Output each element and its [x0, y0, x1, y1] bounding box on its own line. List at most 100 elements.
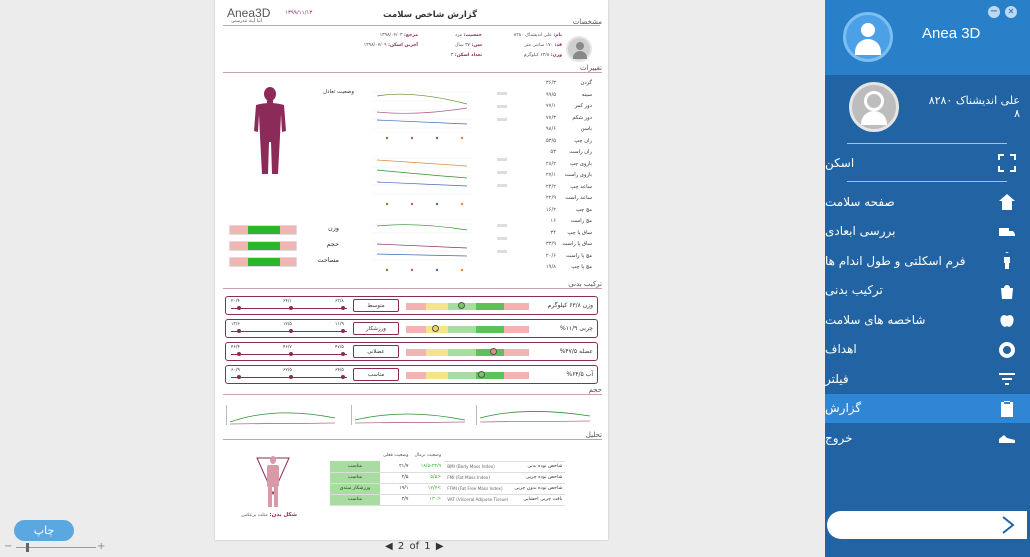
menu-item-report[interactable]: گزارش	[825, 393, 1030, 423]
chevron-right-icon[interactable]	[1001, 516, 1015, 534]
volume-section-header: حجم	[223, 386, 602, 395]
measurement-value: ۳۴	[550, 229, 556, 236]
history-dot	[289, 375, 293, 379]
legend-dot	[410, 202, 414, 206]
volume-section-title: حجم	[588, 386, 602, 394]
summary-bar	[229, 225, 297, 235]
history-dot	[237, 375, 241, 379]
analysis-row: شاخص توده بدنی BMI (Body Mass Index) ۱۸/۵-…	[330, 461, 566, 473]
prev-page-icon[interactable]: ◀	[385, 541, 393, 552]
value-chip	[497, 184, 507, 187]
analysis-status: مناسب	[330, 472, 380, 484]
user-height: ۱۷۰ سانتی متر	[524, 43, 554, 48]
print-button[interactable]: چاپ	[14, 520, 74, 541]
measurement-row: باسن ۹۸/۶	[517, 124, 592, 136]
measurement-name: مچ راست	[570, 218, 592, 224]
minimize-button[interactable]: −	[988, 6, 1000, 18]
history-value: ۶۳/۸	[335, 299, 344, 304]
summary-bar-label: مساحت	[317, 256, 339, 264]
current-page[interactable]: 2	[398, 541, 404, 552]
history-value: ۱۳/۶	[231, 322, 240, 327]
measurement-name: سینه	[581, 91, 592, 98]
composition-history: ۱۳/۶ ۱۲/۵ ۱۱/۹	[229, 321, 349, 336]
trend-line	[376, 224, 468, 231]
analysis-normal: <۵/۵	[411, 472, 445, 484]
menu-item-target[interactable]: اهداف	[825, 335, 1030, 364]
col-current-header: وضعیت فعلی	[383, 453, 409, 458]
last-scan-date: ۱۳۹۸/۰۷/۰۹	[363, 43, 387, 48]
measurement-name: مچ پا چپ	[571, 264, 592, 270]
measurement-value: ۹۸/۶	[545, 126, 556, 132]
next-page-icon[interactable]: ▶	[436, 541, 444, 552]
measurement-value: ۱۹/۸	[545, 264, 556, 270]
measurement-name: ساعد چپ	[570, 183, 592, 190]
menu-item-truck[interactable]: بررسی ابعادی	[825, 217, 1030, 246]
menu-item-apple[interactable]: شاخصه های سلامت	[825, 305, 1030, 334]
measurement-name: مچ چپ	[575, 206, 592, 213]
measurement-value: ۳۳/۹	[545, 241, 556, 247]
composition-row: ۶۰/۹ ۶۲/۵ ۶۴/۵ مناسب آب ۶۴/۵%	[225, 365, 598, 384]
measurement-row: مچ پا راست ۲۰/۶	[517, 251, 592, 263]
analysis-abbr: VAT (Visceral Adipose Tissue)	[444, 494, 512, 506]
composition-history: ۲۰/۴ ۶۴/۱ ۶۳/۸	[229, 298, 349, 313]
value-chip	[497, 171, 507, 174]
profile-section-title: مشخصات	[572, 18, 602, 26]
menu-item-body[interactable]: فرم اسکلتی و طول اندام ها	[825, 246, 1030, 275]
menu-item-home[interactable]: صفحه سلامت	[825, 187, 1030, 216]
target-icon	[999, 341, 1016, 358]
measurement-value: ۵۳	[550, 149, 556, 155]
menu-item-label: صفحه سلامت	[825, 194, 895, 209]
analysis-name: شاخص توده چربی	[511, 472, 566, 484]
measurement-name: ساعد راست	[565, 195, 592, 201]
status-badge: مناسب	[353, 368, 399, 381]
zoom-out-icon[interactable]: −	[4, 541, 12, 552]
composition-scale	[406, 302, 529, 310]
summary-bar-row: حجم	[229, 240, 339, 252]
measurement-row: بازوی راست ۲۷/۱	[517, 170, 592, 182]
legend-dot	[410, 136, 414, 140]
scale-marker	[489, 348, 497, 355]
analysis-status: مناسب	[330, 461, 380, 473]
legend-dot	[385, 202, 389, 206]
zoom-thumb[interactable]	[26, 543, 29, 552]
history-dot	[237, 306, 241, 310]
menu-item-bag[interactable]: ترکیب بدنی	[825, 276, 1030, 305]
summary-bar-fill	[248, 242, 280, 250]
zoom-in-icon[interactable]: +	[97, 541, 105, 552]
composition-scale	[406, 348, 529, 356]
legend-dot	[435, 136, 439, 140]
report-icon	[1001, 400, 1013, 417]
truck-icon	[999, 227, 1015, 236]
total-pages: 1	[424, 541, 431, 552]
history-dot	[341, 306, 345, 310]
scan-button[interactable]: اسکن	[825, 148, 1030, 177]
scale-marker	[477, 371, 485, 378]
zoom-slider[interactable]: − +	[4, 541, 105, 553]
measurement-value: ۲۷/۱	[545, 172, 556, 178]
menu-item-label: گزارش	[825, 401, 862, 415]
menu-item-label: شاخصه های سلامت	[825, 312, 926, 327]
history-dot	[341, 352, 345, 356]
measurement-row: ساعد راست ۲۲/۹	[517, 193, 592, 205]
history-dot	[289, 329, 293, 333]
analysis-status: مناسب	[330, 494, 380, 506]
close-button[interactable]: ✕	[1005, 6, 1017, 18]
summary-bar-label: حجم	[326, 240, 339, 248]
analysis-name: شاخص توده بدنی	[511, 461, 566, 473]
analysis-current: ۲/۵	[380, 472, 412, 484]
summary-bars: وزن حجم مساحت	[229, 224, 339, 272]
trend-line	[376, 107, 468, 114]
trend-panel	[373, 223, 507, 272]
analysis-abbr: BMI (Body Mass Index)	[444, 461, 512, 473]
apple-icon	[1000, 312, 1014, 327]
composition-label: عضله ۴۷/۵%	[559, 348, 593, 355]
app-avatar-icon	[843, 12, 893, 62]
status-badge: ورزشکار	[353, 322, 399, 335]
analysis-current: ۱۹/۱	[380, 483, 412, 495]
measurement-row: دور شکم ۷۷/۳	[517, 113, 592, 125]
footer-input[interactable]	[827, 511, 1027, 539]
body-shape-label: شکل بدن:	[269, 512, 297, 518]
menu-item-shoe[interactable]: خروج	[825, 423, 1030, 452]
menu-item-filter[interactable]: فیلتر	[825, 364, 1030, 393]
summary-bar-label: وزن	[327, 224, 339, 232]
